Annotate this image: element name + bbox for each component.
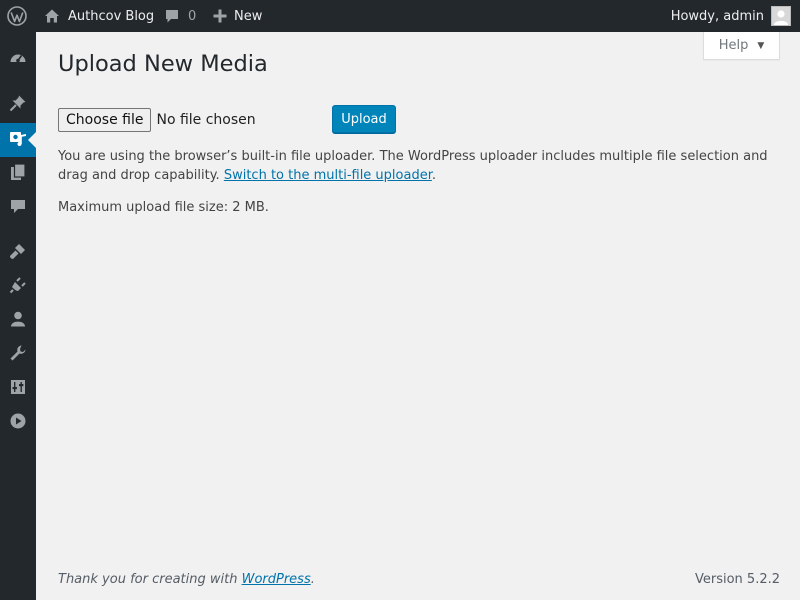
plugins-icon	[9, 276, 27, 298]
wordpress-logo-icon	[7, 6, 27, 26]
wordpress-logo-menu[interactable]	[7, 0, 27, 32]
file-input[interactable]: Choose file No file chosen	[58, 108, 256, 132]
menu-dashboard[interactable]	[0, 43, 36, 77]
menu-collapse[interactable]	[0, 406, 36, 440]
settings-sliders-icon	[9, 378, 27, 400]
menu-tools[interactable]	[0, 338, 36, 372]
comments-link[interactable]: 0	[164, 0, 196, 32]
users-icon	[9, 310, 27, 332]
uploader-info: You are using the browser’s built-in fil…	[58, 147, 778, 185]
menu-comments[interactable]	[0, 191, 36, 225]
max-upload-size: Maximum upload file size: 2 MB.	[58, 200, 269, 215]
comment-bubble-icon	[164, 8, 180, 24]
caret-down-icon: ▼	[757, 40, 765, 51]
tools-wrench-icon	[9, 344, 27, 366]
new-content-menu[interactable]: New	[213, 0, 262, 32]
switch-uploader-link[interactable]: Switch to the multi-file uploader	[224, 168, 432, 183]
new-label: New	[234, 8, 263, 24]
footer-thanks: Thank you for creating with WordPress.	[58, 572, 315, 587]
choose-file-button[interactable]: Choose file	[58, 108, 152, 132]
site-name-link[interactable]: Authcov Blog	[44, 0, 154, 32]
upload-button[interactable]: Upload	[332, 105, 396, 133]
page-title: Upload New Media	[58, 51, 268, 77]
dashboard-icon	[9, 49, 27, 71]
admin-sidebar	[0, 32, 36, 600]
menu-pages[interactable]	[0, 157, 36, 191]
menu-settings[interactable]	[0, 372, 36, 406]
help-label: Help	[718, 38, 749, 53]
pages-icon	[9, 163, 27, 185]
menu-plugins[interactable]	[0, 270, 36, 304]
no-file-chosen-text: No file chosen	[156, 112, 256, 128]
menu-media[interactable]	[0, 123, 36, 157]
menu-appearance[interactable]	[0, 236, 36, 270]
appearance-brush-icon	[9, 242, 27, 264]
my-account-menu[interactable]: Howdy, admin	[671, 0, 791, 32]
menu-posts[interactable]	[0, 88, 36, 122]
comments-count: 0	[188, 8, 197, 24]
footer-thanks-suffix: .	[310, 572, 315, 587]
site-name-label: Authcov Blog	[68, 8, 155, 24]
plus-icon	[213, 9, 227, 23]
footer-version: Version 5.2.2	[694, 572, 780, 587]
wordpress-link[interactable]: WordPress	[242, 572, 311, 587]
help-tab-button[interactable]: Help ▼	[703, 32, 780, 60]
footer-thanks-text: Thank you for creating with	[58, 572, 238, 587]
avatar	[771, 6, 791, 26]
collapse-play-icon	[9, 412, 27, 434]
howdy-label: Howdy, admin	[670, 8, 764, 24]
home-icon	[44, 8, 60, 24]
posts-pin-icon	[9, 94, 27, 116]
admin-bar: Authcov Blog 0 New Howdy, admin	[0, 0, 800, 32]
media-icon	[9, 129, 27, 151]
info-suffix: .	[431, 168, 437, 183]
comments-icon	[9, 197, 27, 219]
menu-users[interactable]	[0, 304, 36, 338]
